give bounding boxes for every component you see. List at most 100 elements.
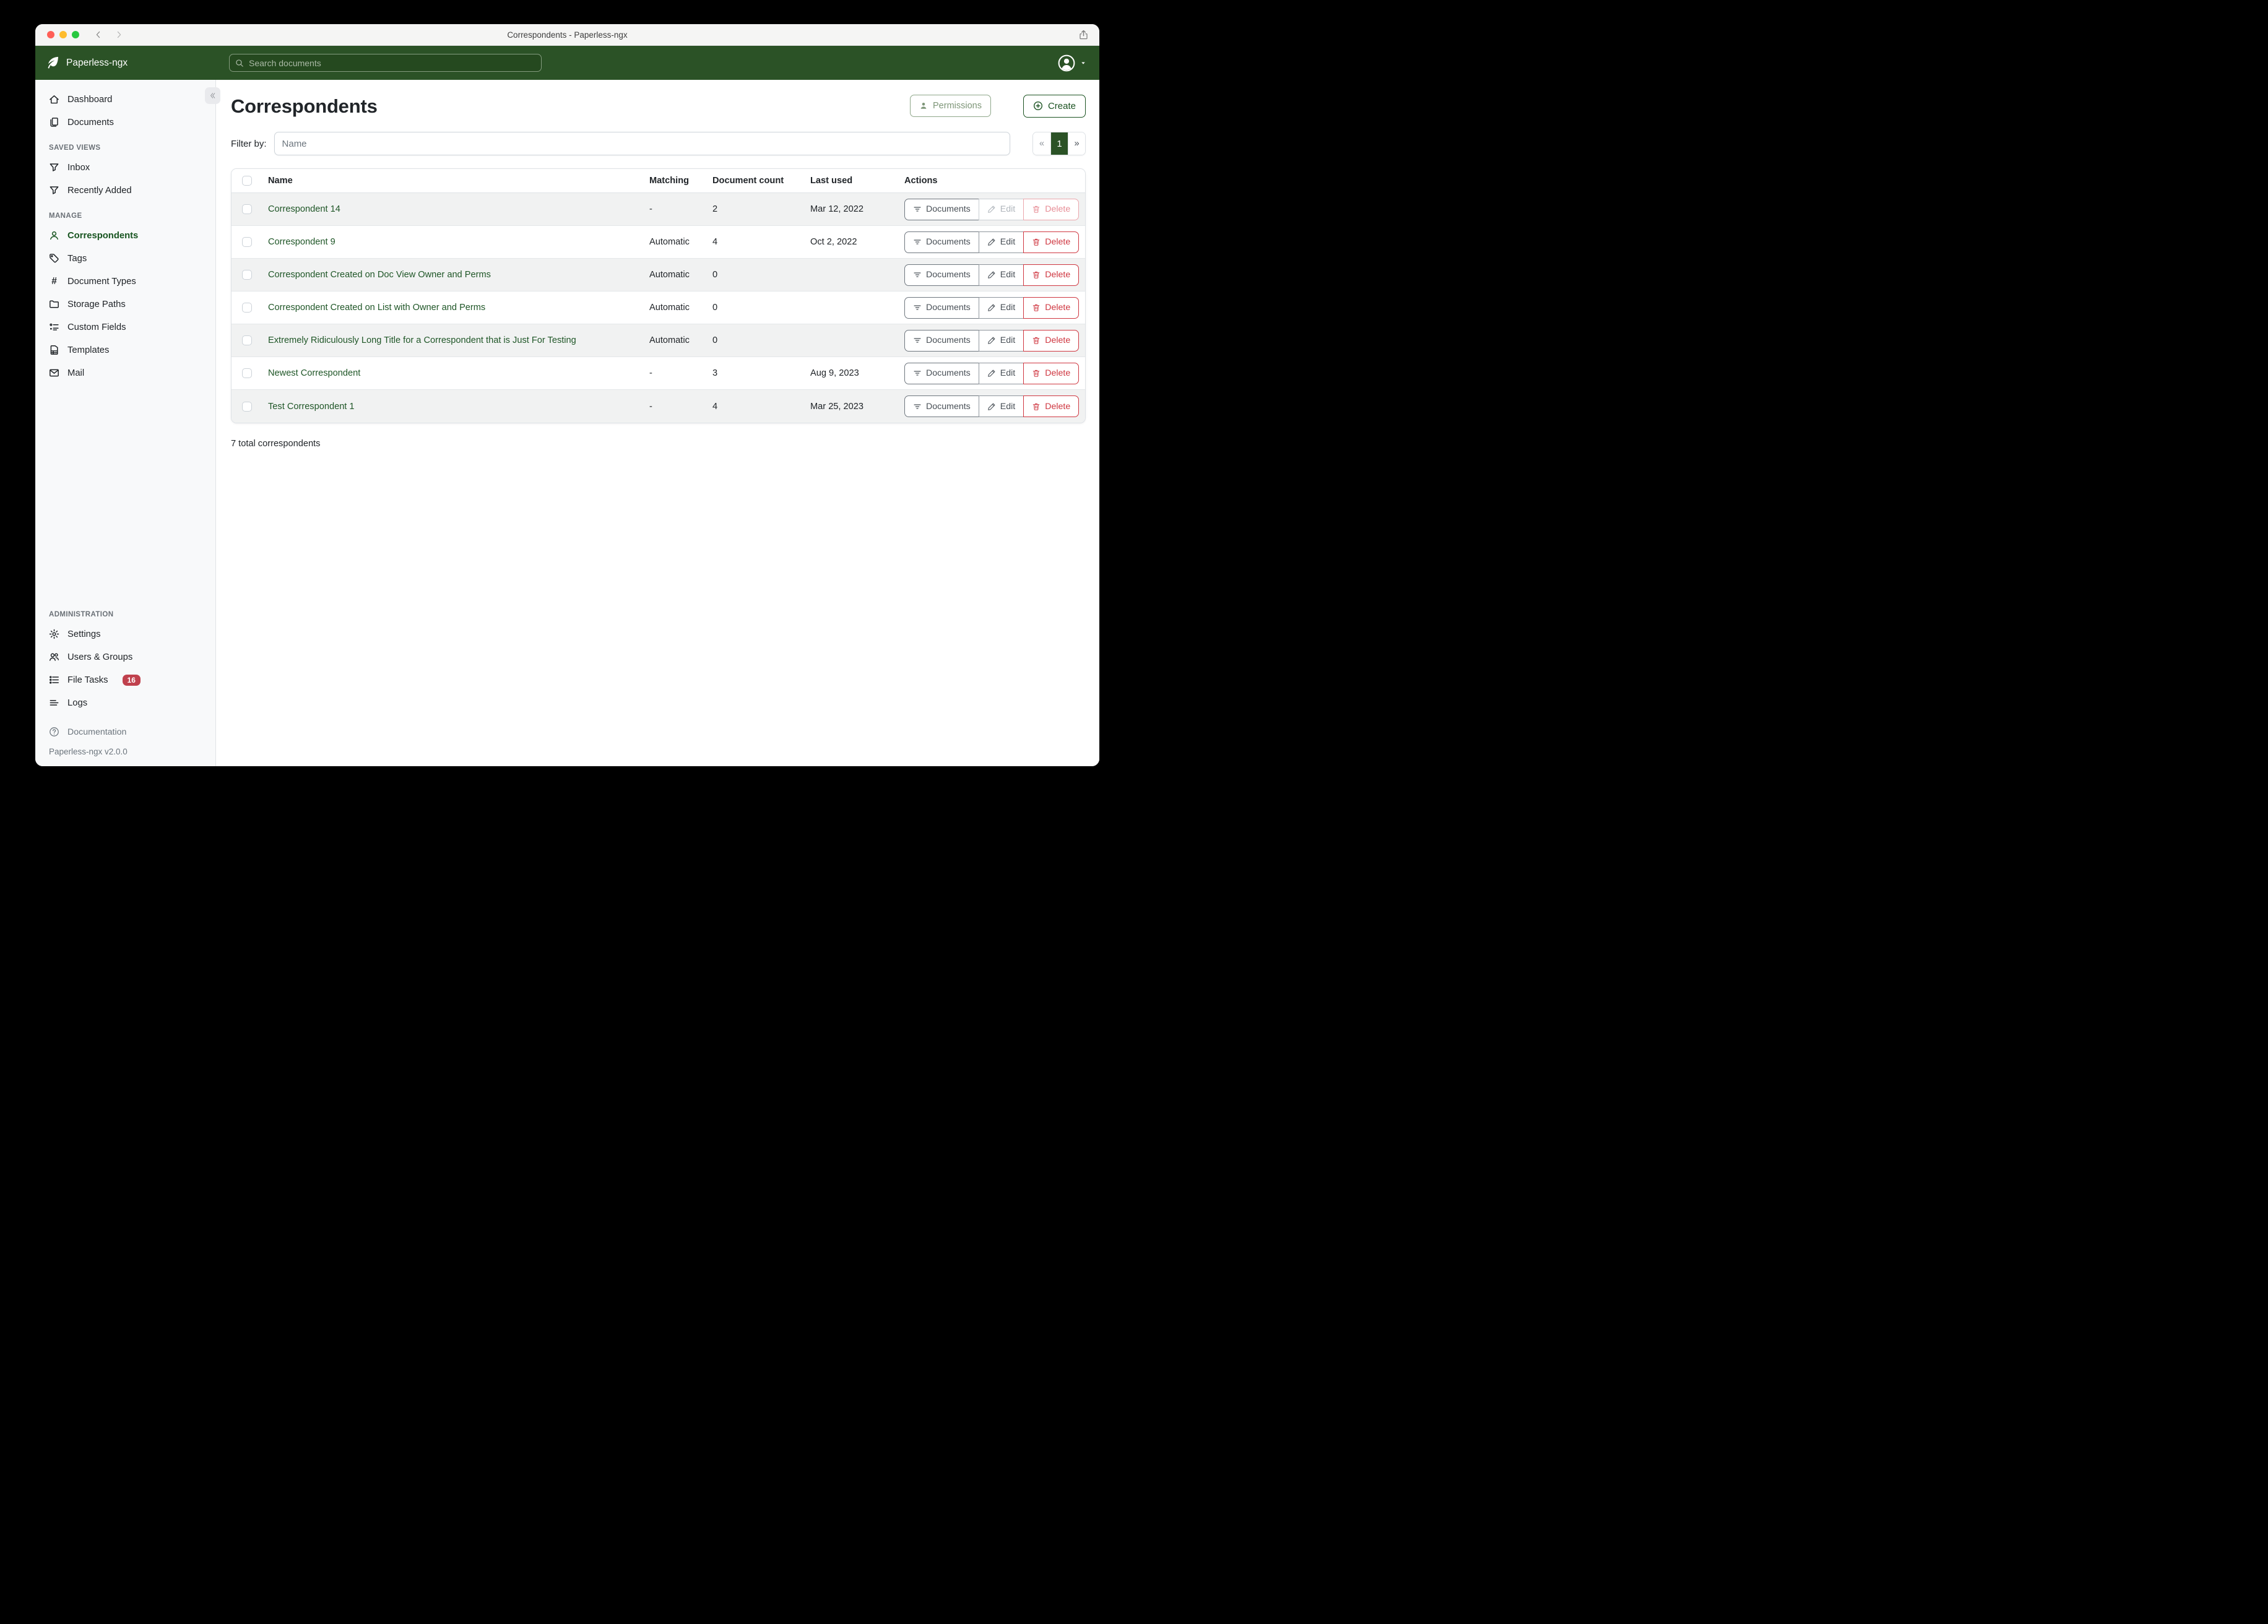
minimize-window-button[interactable] — [59, 31, 67, 38]
row-checkbox[interactable] — [242, 368, 252, 378]
pagination-next-button[interactable]: » — [1068, 132, 1085, 155]
permissions-button[interactable]: Permissions — [910, 95, 991, 117]
sidebar-item-documents[interactable]: Documents — [35, 111, 215, 134]
row-checkbox[interactable] — [242, 204, 252, 214]
documents-button[interactable]: Documents — [904, 330, 979, 352]
sidebar-item-document-types[interactable]: #Document Types — [35, 270, 215, 293]
tasks-icon — [49, 675, 59, 685]
app-window: Correspondents - Paperless-ngx Paperless… — [35, 24, 1099, 766]
document-count-cell: 4 — [712, 237, 810, 247]
search-input[interactable] — [249, 58, 535, 68]
row-checkbox[interactable] — [242, 402, 252, 412]
delete-button[interactable]: Delete — [1023, 231, 1079, 253]
total-count: 7 total correspondents — [231, 439, 1086, 449]
delete-button[interactable]: Delete — [1023, 330, 1079, 352]
column-header-document-count: Document count — [712, 176, 810, 186]
documents-button[interactable]: Documents — [904, 264, 979, 286]
sidebar-item-storage-paths[interactable]: Storage Paths — [35, 293, 215, 316]
document-count-cell: 0 — [712, 303, 810, 313]
filter-icon — [913, 369, 922, 378]
pagination: « 1 » — [1032, 132, 1086, 155]
row-checkbox[interactable] — [242, 270, 252, 280]
row-actions: DocumentsEditDelete — [904, 297, 1085, 319]
filter-icon — [913, 270, 922, 279]
filter-name-input[interactable] — [274, 132, 1010, 155]
search-icon — [235, 59, 244, 67]
edit-button[interactable]: Edit — [979, 297, 1024, 319]
edit-button[interactable]: Edit — [979, 363, 1024, 384]
correspondent-name-link[interactable]: Test Correspondent 1 — [268, 402, 355, 412]
row-checkbox[interactable] — [242, 335, 252, 345]
row-checkbox[interactable] — [242, 303, 252, 313]
sidebar-item-file-tasks[interactable]: File Tasks16 — [35, 668, 215, 691]
sidebar-item-correspondents[interactable]: Correspondents — [35, 224, 215, 247]
close-window-button[interactable] — [47, 31, 54, 38]
custom-fields-icon — [49, 322, 59, 332]
sidebar-item-users-groups[interactable]: Users & Groups — [35, 646, 215, 668]
documents-button[interactable]: Documents — [904, 199, 979, 220]
sidebar-item-settings[interactable]: Settings — [35, 623, 215, 646]
table-row: Test Correspondent 1-4Mar 25, 2023Docume… — [232, 390, 1085, 423]
sidebar-item-inbox[interactable]: Inbox — [35, 156, 215, 179]
row-actions: DocumentsEditDelete — [904, 199, 1085, 220]
delete-button[interactable]: Delete — [1023, 199, 1079, 220]
row-actions: DocumentsEditDelete — [904, 231, 1085, 253]
tag-icon — [49, 253, 59, 264]
section-label-administration: ADMINISTRATION — [49, 611, 215, 618]
sidebar-item-mail[interactable]: Mail — [35, 361, 215, 384]
sidebar-item-recently-added[interactable]: Recently Added — [35, 179, 215, 202]
pagination-page-1[interactable]: 1 — [1050, 132, 1068, 155]
filter-icon — [913, 303, 922, 312]
edit-button[interactable]: Edit — [979, 231, 1024, 253]
edit-button[interactable]: Edit — [979, 199, 1024, 220]
select-all-checkbox[interactable] — [242, 176, 252, 186]
correspondent-name-cell: Test Correspondent 1 — [261, 402, 649, 412]
edit-button[interactable]: Edit — [979, 395, 1024, 417]
edit-button[interactable]: Edit — [979, 330, 1024, 352]
correspondent-name-link[interactable]: Correspondent 14 — [268, 204, 340, 214]
correspondent-name-link[interactable]: Correspondent 9 — [268, 237, 335, 247]
sidebar-item-label: Users & Groups — [67, 652, 132, 662]
sidebar-item-templates[interactable]: Templates — [35, 339, 215, 361]
filter-by-label: Filter by: — [231, 139, 267, 149]
delete-button[interactable]: Delete — [1023, 363, 1079, 384]
correspondent-name-link[interactable]: Correspondent Created on List with Owner… — [268, 303, 485, 313]
table-row: Correspondent 14-2Mar 12, 2022DocumentsE… — [232, 193, 1085, 226]
sidebar-item-logs[interactable]: Logs — [35, 691, 215, 714]
sidebar-item-documentation[interactable]: Documentation — [35, 720, 215, 743]
sidebar-collapse-button[interactable] — [205, 87, 220, 104]
documents-button[interactable]: Documents — [904, 363, 979, 384]
brand[interactable]: Paperless-ngx — [35, 56, 216, 70]
browser-forward-icon[interactable] — [115, 30, 123, 39]
correspondent-name-link[interactable]: Correspondent Created on Doc View Owner … — [268, 270, 491, 280]
app-version: Paperless-ngx v2.0.0 — [35, 743, 215, 766]
delete-button[interactable]: Delete — [1023, 395, 1079, 417]
sidebar-item-custom-fields[interactable]: Custom Fields — [35, 316, 215, 339]
window-title: Correspondents - Paperless-ngx — [35, 30, 1099, 40]
sidebar-item-tags[interactable]: Tags — [35, 247, 215, 270]
column-header-name[interactable]: Name — [261, 176, 649, 186]
create-button[interactable]: Create — [1023, 95, 1086, 118]
avatar[interactable] — [1057, 54, 1076, 72]
delete-button[interactable]: Delete — [1023, 264, 1079, 286]
documents-button[interactable]: Documents — [904, 231, 979, 253]
documents-icon — [49, 117, 59, 127]
correspondent-name-link[interactable]: Extremely Ridiculously Long Title for a … — [268, 335, 576, 345]
share-icon[interactable] — [1078, 30, 1089, 40]
user-menu[interactable] — [1057, 54, 1099, 72]
delete-button[interactable]: Delete — [1023, 297, 1079, 319]
edit-button[interactable]: Edit — [979, 264, 1024, 286]
browser-back-icon[interactable] — [94, 30, 103, 39]
zoom-window-button[interactable] — [72, 31, 79, 38]
documents-button[interactable]: Documents — [904, 395, 979, 417]
global-search[interactable] — [229, 54, 542, 72]
row-checkbox[interactable] — [242, 237, 252, 247]
pagination-prev-button[interactable]: « — [1033, 132, 1050, 155]
sidebar-item-dashboard[interactable]: Dashboard — [35, 88, 215, 111]
sidebar-item-label: Templates — [67, 345, 109, 355]
sidebar-item-label: Storage Paths — [67, 300, 126, 309]
documents-button[interactable]: Documents — [904, 297, 979, 319]
correspondent-name-link[interactable]: Newest Correspondent — [268, 368, 360, 378]
document-count-cell: 2 — [712, 204, 810, 214]
traffic-lights — [35, 31, 79, 38]
